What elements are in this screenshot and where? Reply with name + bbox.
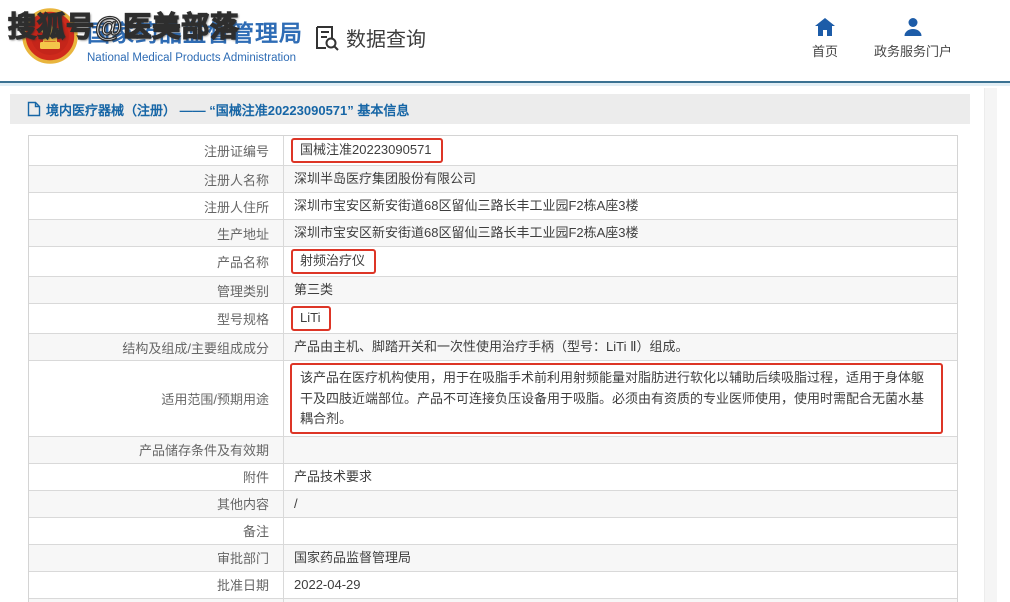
top-nav: 首页 政务服务门户 xyxy=(812,17,952,60)
table-row: 型号规格 LiTi xyxy=(29,304,957,334)
data-query-icon xyxy=(313,24,340,51)
nav-item-label: 政务服务门户 xyxy=(874,41,952,60)
table-row: 产品储存条件及有效期 xyxy=(29,437,957,464)
row-label: 产品储存条件及有效期 xyxy=(29,437,284,463)
row-label: 适用范围/预期用途 xyxy=(29,361,284,435)
site-subtitle: National Medical Products Administration xyxy=(87,52,303,64)
table-row: 备注 xyxy=(29,518,957,545)
table-row: 批准日期2022-04-29 xyxy=(29,572,957,599)
annotation-box: 该产品在医疗机构使用，用于在吸脂手术前利用射频能量对脂肪进行软化以辅助后续吸脂过… xyxy=(290,363,943,433)
row-value: 产品由主机、脚踏开关和一次性使用治疗手柄（型号：LiTi Ⅱ）组成。 xyxy=(284,334,957,360)
row-label: 生产地址 xyxy=(29,220,284,246)
row-label: 注册人名称 xyxy=(29,166,284,192)
row-label: 结构及组成/主要组成成分 xyxy=(29,334,284,360)
table-row: 其他内容/ xyxy=(29,491,957,518)
table-row: 注册证编号国械注准20223090571 xyxy=(29,136,957,166)
row-value: 深圳市宝安区新安街道68区留仙三路长丰工业园F2栋A座3楼 xyxy=(284,193,957,219)
annotation-box: LiTi xyxy=(291,306,331,331)
nav-item-gov-portal[interactable]: 政务服务门户 xyxy=(874,17,952,60)
table-row: 审批部门国家药品监督管理局 xyxy=(29,545,957,572)
vertical-scrollbar[interactable] xyxy=(984,88,997,602)
row-value: 国械注准20223090571 xyxy=(284,136,957,165)
row-value: 国家药品监督管理局 xyxy=(284,545,957,571)
table-row: 适用范围/预期用途该产品在医疗机构使用，用于在吸脂手术前利用射频能量对脂肪进行软… xyxy=(29,361,957,436)
row-label: 注册人住所 xyxy=(29,193,284,219)
annotation-box: 国械注准20223090571 xyxy=(291,138,443,163)
info-table: 注册证编号国械注准20223090571注册人名称深圳半岛医疗集团股份有限公司注… xyxy=(28,135,958,602)
table-row: 产品名称射频治疗仪 xyxy=(29,247,957,277)
home-icon xyxy=(814,17,836,37)
row-label: 注册证编号 xyxy=(29,136,284,165)
row-label: 审批部门 xyxy=(29,545,284,571)
row-value: 射频治疗仪 xyxy=(284,247,957,276)
row-label: 型号规格 xyxy=(29,304,284,333)
row-value xyxy=(284,518,957,544)
row-value: 深圳市宝安区新安街道68区留仙三路长丰工业园F2栋A座3楼 xyxy=(284,220,957,246)
row-label: 备注 xyxy=(29,518,284,544)
row-value: 该产品在医疗机构使用，用于在吸脂手术前利用射频能量对脂肪进行软化以辅助后续吸脂过… xyxy=(284,361,957,435)
data-query-button[interactable]: 数据查询 xyxy=(313,23,426,52)
nav-item-label: 首页 xyxy=(812,41,838,60)
user-icon xyxy=(902,17,924,37)
row-label: 产品名称 xyxy=(29,247,284,276)
row-label: 其他内容 xyxy=(29,491,284,517)
annotation-box: 射频治疗仪 xyxy=(291,249,376,274)
row-value: 第三类 xyxy=(284,277,957,303)
row-label: 管理类别 xyxy=(29,277,284,303)
breadcrumb: 境内医疗器械（注册） —— “国械注准20223090571” 基本信息 xyxy=(10,94,970,124)
page: 搜狐号@医美部落 国家药品监督管理局 National Medical Prod… xyxy=(0,0,1010,602)
row-value xyxy=(284,437,957,463)
row-value: 深圳半岛医疗集团股份有限公司 xyxy=(284,166,957,192)
watermark-text: 搜狐号@医美部落 xyxy=(8,5,239,45)
row-value: 产品技术要求 xyxy=(284,464,957,490)
document-icon xyxy=(27,101,41,117)
row-value: LiTi xyxy=(284,304,957,333)
breadcrumb-text: 境内医疗器械（注册） —— “国械注准20223090571” 基本信息 xyxy=(46,100,409,119)
table-row: 注册人住所深圳市宝安区新安街道68区留仙三路长丰工业园F2栋A座3楼 xyxy=(29,193,957,220)
table-row: 结构及组成/主要组成成分产品由主机、脚踏开关和一次性使用治疗手柄（型号：LiTi… xyxy=(29,334,957,361)
table-row: 生产地址深圳市宝安区新安街道68区留仙三路长丰工业园F2栋A座3楼 xyxy=(29,220,957,247)
table-row: 管理类别第三类 xyxy=(29,277,957,304)
data-query-label: 数据查询 xyxy=(346,23,426,52)
table-row: 附件产品技术要求 xyxy=(29,464,957,491)
row-label: 批准日期 xyxy=(29,572,284,598)
row-label: 附件 xyxy=(29,464,284,490)
nav-item-home[interactable]: 首页 xyxy=(812,17,838,60)
row-value: 2022-04-29 xyxy=(284,572,957,598)
row-value: / xyxy=(284,491,957,517)
table-row: 注册人名称深圳半岛医疗集团股份有限公司 xyxy=(29,166,957,193)
